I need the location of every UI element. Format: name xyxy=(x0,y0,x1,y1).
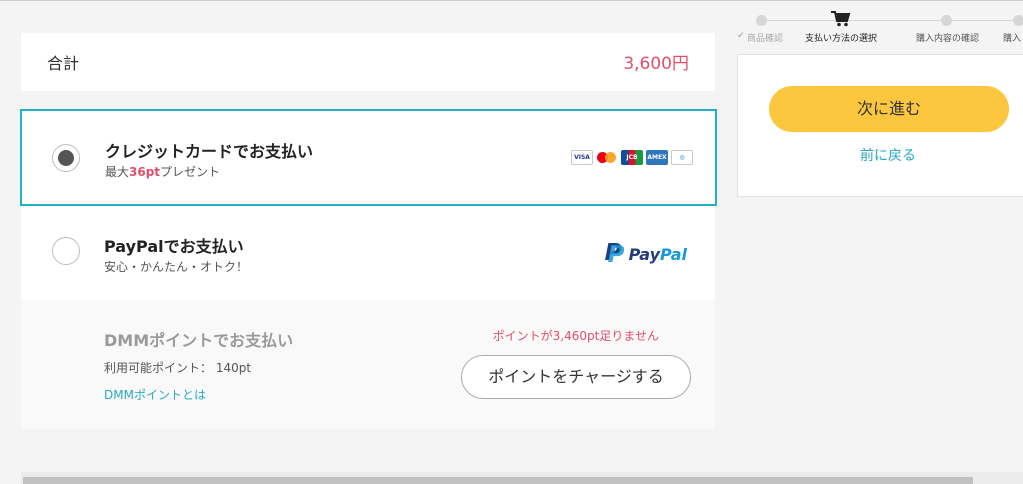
total-amount: 3,600円 xyxy=(623,54,689,74)
total-label: 合計 xyxy=(47,54,80,73)
payment-option-credit-card[interactable]: クレジットカードでお支払い 最大36ptプレゼント VISA JCB AMEX … xyxy=(20,109,717,206)
mastercard-icon xyxy=(596,150,618,165)
step-label-1: 商品確認 xyxy=(747,34,784,44)
payment-option-dmm-points: DMMポイントでお支払い 利用可能ポイント： 140pt DMMポイントとは ポ… xyxy=(21,300,715,429)
points-prefix: 最大 xyxy=(105,165,130,179)
paypal-wordmark-dark: Pay xyxy=(628,244,661,264)
points-suffix: プレゼント xyxy=(160,165,221,179)
diners-club-icon: ◎ xyxy=(671,150,693,165)
checkout-steps: ✔ 商品確認 支払い方法の選択 購入内容の確認 購入 xyxy=(737,10,1023,44)
paypal-logo-icon: PayPal xyxy=(605,240,687,268)
back-link[interactable]: 前に戻る xyxy=(738,145,1023,165)
card-brand-logos: VISA JCB AMEX ◎ xyxy=(571,150,693,165)
credit-card-title: クレジットカードでお支払い xyxy=(105,142,314,161)
dmm-about-link[interactable]: DMMポイントとは xyxy=(104,386,206,403)
total-bar: 合計 3,600円 xyxy=(21,33,715,91)
next-button[interactable]: 次に進む xyxy=(769,86,1009,132)
scrollbar-thumb[interactable] xyxy=(23,477,973,484)
step-label-4: 購入 xyxy=(1003,34,1022,44)
credit-card-subtitle: 最大36ptプレゼント xyxy=(105,163,220,180)
horizontal-scrollbar[interactable] xyxy=(21,472,1023,484)
charge-points-button[interactable]: ポイントをチャージする xyxy=(461,355,691,399)
paypal-p-icon xyxy=(605,240,625,268)
side-panel: 次に進む 前に戻る xyxy=(737,54,1023,197)
paypal-subtitle: 安心・かんたん・オトク！ xyxy=(104,260,249,274)
steps-line xyxy=(761,20,1023,21)
dmm-title: DMMポイントでお支払い xyxy=(104,331,294,350)
cart-icon xyxy=(831,11,851,27)
step-dot-3 xyxy=(941,15,952,26)
jcb-icon: JCB xyxy=(621,150,643,165)
payment-option-paypal[interactable]: PayPalでお支払い 安心・かんたん・オトク！ PayPal xyxy=(21,206,715,300)
step-dot-1 xyxy=(756,15,767,26)
visa-icon: VISA xyxy=(571,150,593,165)
paypal-wordmark-light: Pal xyxy=(660,244,687,264)
step-dot-4 xyxy=(1013,15,1023,26)
amex-icon: AMEX xyxy=(646,150,668,165)
top-border xyxy=(0,0,1023,1)
credit-card-radio[interactable] xyxy=(52,144,80,172)
step-label-3: 購入内容の確認 xyxy=(916,34,980,44)
paypal-radio[interactable] xyxy=(52,237,80,265)
points-amount: 36pt xyxy=(129,165,161,179)
check-icon: ✔ xyxy=(737,31,745,41)
paypal-title: PayPalでお支払い xyxy=(104,237,244,256)
dmm-insufficient-warning: ポイントが3,460pt足りません xyxy=(492,329,659,343)
dmm-available-points: 利用可能ポイント： 140pt xyxy=(104,361,252,375)
step-label-2: 支払い方法の選択 xyxy=(805,34,878,44)
paypal-wordmark: PayPal xyxy=(629,245,687,264)
